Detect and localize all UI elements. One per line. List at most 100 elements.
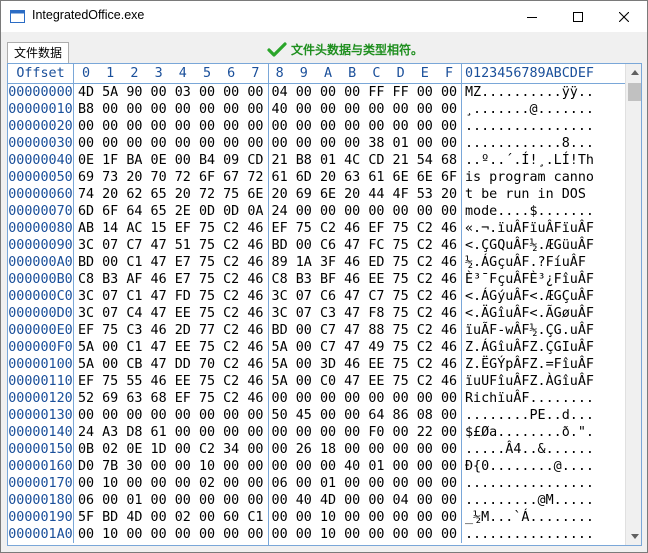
hex-row[interactable]: 00000120 52 69 63 68 EF 75 C2 46 00 00 00 00 00 00 00 00… xyxy=(8,390,625,407)
hex-byte[interactable]: FD xyxy=(171,288,195,305)
hex-byte[interactable]: 75 xyxy=(389,305,413,322)
hex-byte[interactable]: 75 xyxy=(389,288,413,305)
hex-byte[interactable]: C2 xyxy=(219,220,243,237)
hex-byte[interactable]: 5A xyxy=(74,339,98,356)
hex-byte[interactable]: 6D xyxy=(74,203,98,220)
hex-byte[interactable]: 00 xyxy=(122,118,146,135)
hex-byte[interactable]: 00 xyxy=(437,526,461,543)
hex-byte[interactable]: 6E xyxy=(389,169,413,186)
hex-byte[interactable]: 72 xyxy=(243,169,267,186)
hex-byte[interactable]: 00 xyxy=(268,390,292,407)
hex-byte[interactable]: 01 xyxy=(364,458,388,475)
hex-byte[interactable]: 46 xyxy=(243,390,267,407)
hex-byte[interactable]: FC xyxy=(364,237,388,254)
hex-byte[interactable]: 00 xyxy=(98,101,122,118)
hex-byte[interactable]: 00 xyxy=(437,390,461,407)
hex-byte[interactable]: 90 xyxy=(122,84,146,101)
hex-row[interactable]: 00000070 6D 6F 64 65 2E 0D 0D 0A 24 00 00 00 00 00 00 00… xyxy=(8,203,625,220)
hex-byte[interactable]: 00 xyxy=(389,390,413,407)
hex-byte[interactable]: 00 xyxy=(292,237,316,254)
hex-byte[interactable]: 46 xyxy=(340,220,364,237)
hex-byte[interactable]: 5A xyxy=(268,356,292,373)
hex-byte[interactable]: C6 xyxy=(316,288,340,305)
hex-byte[interactable]: C2 xyxy=(413,288,437,305)
hex-byte[interactable]: 00 xyxy=(122,526,146,543)
hex-byte[interactable]: 00 xyxy=(195,509,219,526)
hex-byte[interactable]: FF xyxy=(364,84,388,101)
hex-byte[interactable]: 00 xyxy=(437,203,461,220)
hex-byte[interactable]: 0D xyxy=(219,203,243,220)
hex-byte[interactable]: 34 xyxy=(219,441,243,458)
hex-byte[interactable]: 00 xyxy=(437,84,461,101)
hex-byte[interactable]: 00 xyxy=(413,441,437,458)
hex-byte[interactable]: E7 xyxy=(171,271,195,288)
maximize-button[interactable] xyxy=(555,1,601,32)
hex-byte[interactable]: 00 xyxy=(243,526,267,543)
hex-byte[interactable]: EF xyxy=(171,220,195,237)
hex-byte[interactable]: 00 xyxy=(316,424,340,441)
hex-byte[interactable]: EF xyxy=(171,390,195,407)
hex-byte[interactable]: 88 xyxy=(364,322,388,339)
hex-byte[interactable]: 00 xyxy=(316,458,340,475)
hex-byte[interactable]: 00 xyxy=(122,475,146,492)
hex-row[interactable]: 00000060 74 20 62 65 20 72 75 6E 20 69 6E 20 44 4F 53 20… xyxy=(8,186,625,203)
hex-byte[interactable]: 75 xyxy=(219,186,243,203)
hex-byte[interactable]: 00 xyxy=(437,118,461,135)
hex-byte[interactable]: 46 xyxy=(437,254,461,271)
hex-byte[interactable]: 00 xyxy=(292,390,316,407)
hex-byte[interactable]: 01 xyxy=(389,135,413,152)
hex-byte[interactable]: 0E xyxy=(147,152,171,169)
hex-byte[interactable]: C2 xyxy=(413,237,437,254)
hex-byte[interactable]: 00 xyxy=(389,509,413,526)
hex-byte[interactable]: 20 xyxy=(316,169,340,186)
hex-byte[interactable]: 75 xyxy=(98,373,122,390)
hex-byte[interactable]: 04 xyxy=(268,84,292,101)
hex-byte[interactable]: 00 xyxy=(219,492,243,509)
hex-byte[interactable]: 00 xyxy=(171,424,195,441)
hex-byte[interactable]: 00 xyxy=(147,509,171,526)
hex-byte[interactable]: 00 xyxy=(268,118,292,135)
hex-byte[interactable]: 00 xyxy=(364,492,388,509)
hex-byte[interactable]: D8 xyxy=(122,424,146,441)
hex-byte[interactable]: 06 xyxy=(268,475,292,492)
hex-byte[interactable]: 6E xyxy=(243,186,267,203)
hex-byte[interactable]: 00 xyxy=(292,101,316,118)
hex-row[interactable]: 00000110 EF 75 55 46 EE 75 C2 46 5A 00 C0 47 EE 75 C2 46… xyxy=(8,373,625,390)
hex-byte[interactable]: C2 xyxy=(413,305,437,322)
hex-byte[interactable]: 00 xyxy=(413,118,437,135)
hex-byte[interactable]: C8 xyxy=(74,271,98,288)
hex-byte[interactable]: 4D xyxy=(122,509,146,526)
hex-byte[interactable]: 46 xyxy=(243,356,267,373)
hex-row[interactable]: 00000100 5A 00 CB 47 DD 70 C2 46 5A 00 3D 46 EE 75 C2 46… xyxy=(8,356,625,373)
hex-byte[interactable]: 00 xyxy=(340,84,364,101)
hex-byte[interactable]: 00 xyxy=(292,84,316,101)
hex-byte[interactable]: 08 xyxy=(413,407,437,424)
hex-byte[interactable]: C2 xyxy=(413,356,437,373)
hex-byte[interactable]: 00 xyxy=(292,118,316,135)
hex-byte[interactable]: 40 xyxy=(268,101,292,118)
hex-byte[interactable]: 00 xyxy=(413,492,437,509)
hex-byte[interactable]: 00 xyxy=(147,84,171,101)
hex-byte[interactable]: D0 xyxy=(74,458,98,475)
hex-byte[interactable]: 00 xyxy=(389,424,413,441)
hex-byte[interactable]: 70 xyxy=(147,169,171,186)
hex-byte[interactable]: 03 xyxy=(171,84,195,101)
hex-byte[interactable]: B8 xyxy=(74,101,98,118)
hex-byte[interactable]: EE xyxy=(364,271,388,288)
hex-byte[interactable]: 47 xyxy=(340,339,364,356)
hex-byte[interactable]: 75 xyxy=(195,390,219,407)
hex-byte[interactable]: 40 xyxy=(340,458,364,475)
hex-row[interactable]: 00000040 0E 1F BA 0E 00 B4 09 CD 21 B8 01 4C CD 21 54 68… xyxy=(8,152,625,169)
hex-byte[interactable]: 46 xyxy=(437,322,461,339)
hex-byte[interactable]: 00 xyxy=(316,135,340,152)
hex-byte[interactable]: C2 xyxy=(219,339,243,356)
hex-byte[interactable]: 72 xyxy=(195,186,219,203)
hex-byte[interactable]: 00 xyxy=(389,526,413,543)
hex-byte[interactable]: EE xyxy=(171,339,195,356)
hex-byte[interactable]: 00 xyxy=(292,322,316,339)
hex-row[interactable]: 00000010 B8 00 00 00 00 00 00 00 40 00 00 00 00 00 00 00… xyxy=(8,101,625,118)
hex-byte[interactable]: C2 xyxy=(219,356,243,373)
hex-byte[interactable]: C2 xyxy=(316,220,340,237)
hex-byte[interactable]: 89 xyxy=(268,254,292,271)
hex-byte[interactable]: 00 xyxy=(171,118,195,135)
